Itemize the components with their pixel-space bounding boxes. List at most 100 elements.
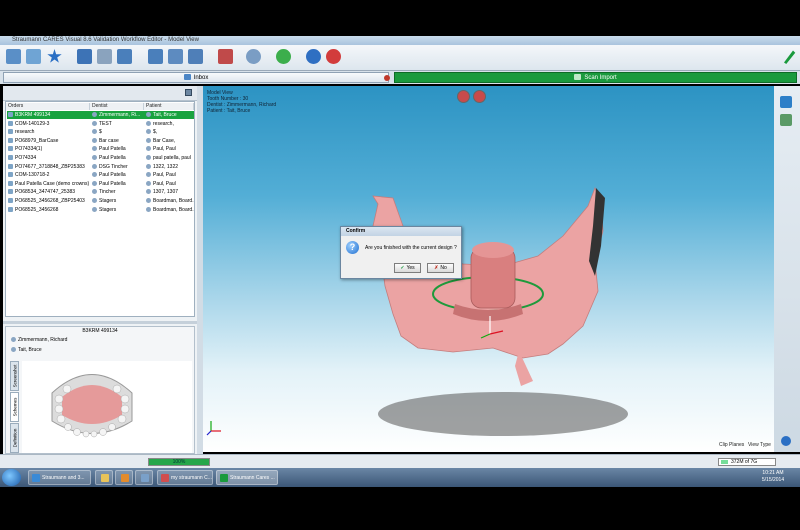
- tool-export-icon[interactable]: [780, 114, 792, 126]
- taskbar-item-my-straumann[interactable]: my straumann C...: [157, 470, 213, 485]
- favorite-star-icon[interactable]: [47, 49, 62, 63]
- patient-icon: [146, 146, 151, 152]
- patient-icon: [146, 155, 151, 160]
- screen-icon[interactable]: [97, 49, 112, 64]
- straumann-logo-icon: [784, 50, 796, 64]
- edit-icon[interactable]: [6, 49, 21, 64]
- table-cell-order: B3KRM 499134: [8, 111, 91, 119]
- order-icon: [8, 172, 13, 178]
- column-header-orders[interactable]: Orders: [6, 103, 90, 110]
- right-tool-strip: [774, 86, 800, 452]
- save-icon[interactable]: [26, 49, 41, 64]
- patient-icon: [146, 137, 151, 143]
- tab-inbox[interactable]: Inbox: [3, 72, 390, 83]
- patient-icon: [146, 198, 151, 203]
- help-icon[interactable]: [781, 436, 791, 446]
- internet-explorer-icon: [32, 474, 40, 482]
- start-button[interactable]: [2, 469, 21, 486]
- layout-icon[interactable]: [188, 49, 203, 64]
- table-cell-patient: research,: [146, 120, 194, 128]
- dentist-icon: [92, 120, 97, 126]
- order-icon: [8, 155, 13, 160]
- order-icon: [8, 129, 13, 135]
- check-icon: ✓: [400, 265, 405, 271]
- table-row[interactable]: PO68534_3474747_25383 Tincher 1307, 1307: [7, 188, 194, 196]
- taskbar-item-ie[interactable]: Straumann and 3...: [28, 470, 91, 485]
- settings-icon[interactable]: [246, 49, 261, 64]
- navigate-icon[interactable]: [306, 49, 321, 64]
- patient-icon: [146, 129, 151, 135]
- dentist-icon: [92, 163, 97, 169]
- system-clock[interactable]: 10:21 AM 5/15/2014: [755, 470, 791, 484]
- tool-green-check-icon[interactable]: [780, 96, 792, 108]
- table-cell-patient: 1307, 1307: [146, 188, 194, 196]
- table-cell-patient: Tait, Bruce: [146, 111, 194, 119]
- dentist-icon: [92, 129, 97, 135]
- status-bar: 100% 372M of 7G: [0, 454, 800, 469]
- yes-button[interactable]: ✓ Yes: [394, 263, 421, 273]
- system-tray-icons[interactable]: [718, 473, 748, 482]
- refresh-icon[interactable]: [276, 49, 291, 64]
- column-header-dentist[interactable]: Dentist: [90, 103, 144, 110]
- panel-splitter[interactable]: [3, 321, 197, 324]
- table-row[interactable]: research $ $,: [7, 128, 194, 136]
- panel-options-icon[interactable]: [185, 89, 192, 96]
- order-icon: [8, 137, 13, 143]
- monitor-icon[interactable]: [77, 49, 92, 64]
- table-row[interactable]: PO68525_3456268_ZBP25403 Stagers Boardman,…: [7, 197, 194, 205]
- clip-planes-button[interactable]: Clip Planes: [719, 442, 744, 448]
- table-row[interactable]: PO68525_3456268 Stagers Boardman, Board...: [7, 206, 194, 214]
- dentist-icon: [92, 180, 97, 186]
- progress-bar: 100%: [148, 458, 210, 466]
- close-tab-icon[interactable]: [384, 75, 390, 81]
- dentist-icon: [92, 155, 97, 160]
- window-title: Straumann CARES Visual 8.6 Validation Wo…: [12, 37, 199, 43]
- table-row[interactable]: Paul Patella Case (demo crowns) Paul Pate…: [7, 180, 194, 188]
- orders-panel-header: [3, 86, 197, 101]
- table-cell-order: PO74677_3718848_ZBP25383: [8, 163, 91, 171]
- model-view-3d[interactable]: Model View Tooth Number : 30 Dentist : Z…: [203, 86, 774, 452]
- export-icon[interactable]: [168, 49, 183, 64]
- display-icon[interactable]: [148, 49, 163, 64]
- patient-icon: [146, 120, 151, 126]
- taskbar-item-media[interactable]: [115, 470, 133, 485]
- table-row[interactable]: COM-130718-2 Paul Patella Paul, Paul: [7, 171, 194, 179]
- taskbar-item-straumann-cares[interactable]: Straumann Cares ...: [216, 470, 278, 485]
- table-cell-dentist: Paul Patella: [92, 154, 145, 162]
- patient-icon: [146, 163, 151, 169]
- table-row[interactable]: PO68979_BarCase Bar case Bar Case,: [7, 137, 194, 145]
- table-cell-dentist: TEST: [92, 120, 145, 128]
- tab-screenshot[interactable]: Screenshot: [10, 361, 19, 391]
- tab-definition[interactable]: Definition: [10, 423, 19, 453]
- taskbar-item-explorer[interactable]: [95, 470, 113, 485]
- table-cell-order: PO68525_3456268: [8, 206, 91, 214]
- dentist-icon: [11, 337, 16, 342]
- table-row[interactable]: B3KRM 499134 Zimmermann, Ri... Tait, Bruce: [7, 111, 194, 119]
- order-icon: [8, 120, 13, 126]
- table-row[interactable]: PO74334(1) Paul Patella Paul, Paul: [7, 145, 194, 153]
- progress-label: 100%: [172, 459, 186, 465]
- column-header-patient[interactable]: Patient: [144, 103, 194, 110]
- table-row[interactable]: PO74334 Paul Patella paul patella, paul: [7, 154, 194, 162]
- window-title-bar: Straumann CARES Visual 8.6 Validation Wo…: [0, 36, 800, 45]
- table-cell-order: PO74334: [8, 154, 91, 162]
- window-icon[interactable]: [117, 49, 132, 64]
- tab-schemes[interactable]: Schemes: [10, 392, 19, 422]
- view-type-button[interactable]: View Type: [748, 442, 771, 448]
- order-detail: B3KRM 499134 Zimmermann, Richard Tait, B…: [5, 326, 195, 454]
- power-icon[interactable]: [326, 49, 341, 64]
- no-button[interactable]: ✗ No: [427, 263, 454, 273]
- taskbar-item-app[interactable]: [135, 470, 153, 485]
- memory-indicator: 372M of 7G: [718, 458, 776, 466]
- table-cell-order: COM-140129-3: [8, 120, 91, 128]
- inbox-icon: [183, 74, 191, 80]
- table-cell-dentist: $: [92, 128, 145, 136]
- table-row[interactable]: COM-140129-3 TEST research,: [7, 120, 194, 128]
- tab-scan-import[interactable]: Scan Import: [394, 72, 797, 83]
- table-cell-order: COM-130718-2: [8, 171, 91, 179]
- picture-icon[interactable]: [218, 49, 233, 64]
- table-row[interactable]: PO74677_3718848_ZBP25383 DSG Tincher 1322,…: [7, 163, 194, 171]
- detail-side-tabs: Screenshot Schemes Definition: [10, 361, 19, 453]
- media-player-icon: [121, 474, 129, 482]
- confirm-dialog: Confirm ? Are you finished with the curr…: [340, 226, 462, 279]
